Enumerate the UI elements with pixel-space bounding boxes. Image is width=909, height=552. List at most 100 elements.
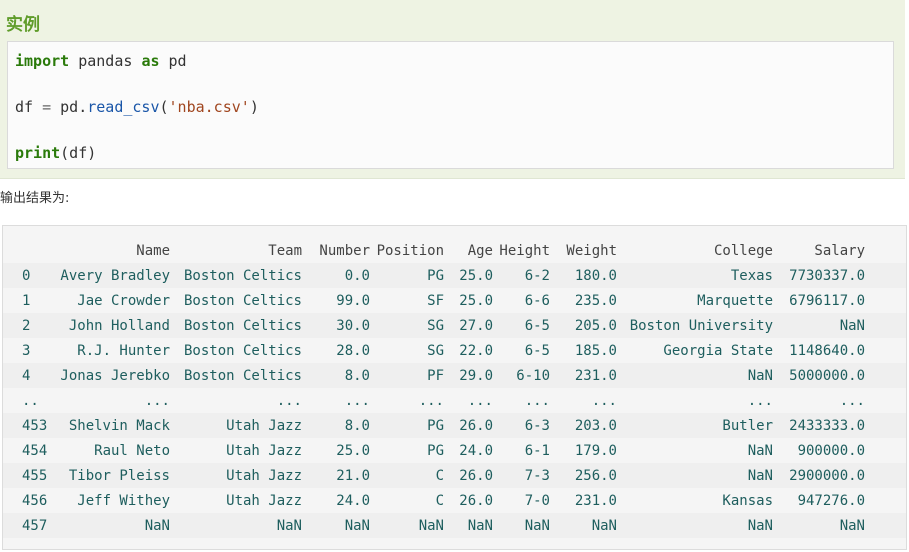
column-header: Weight xyxy=(566,243,617,259)
cell-name: Tibor Pleiss xyxy=(68,468,170,484)
code-string: 'nba.csv' xyxy=(168,98,250,116)
cell-college: Butler xyxy=(722,418,773,434)
keyword-print: print xyxy=(15,144,61,162)
cell-height: 6-10 xyxy=(516,368,550,384)
row-index: 2 xyxy=(22,318,31,334)
cell-position: PG xyxy=(427,268,444,284)
cell-team: Boston Celtics xyxy=(183,293,302,309)
row-index: 455 xyxy=(22,468,48,484)
code-text: pd xyxy=(159,52,187,70)
cell-team: Utah Jazz xyxy=(226,493,302,509)
cell-college: Kansas xyxy=(722,493,773,509)
table-header: Name Team Number Position Age Height Wei… xyxy=(3,238,906,263)
cell-college: NaN xyxy=(747,443,773,459)
cell-number: 8.0 xyxy=(344,418,370,434)
column-header: Team xyxy=(268,243,302,259)
cell-height: 6-6 xyxy=(524,293,550,309)
row-index: .. xyxy=(22,393,39,409)
cell-salary: 2900000.0 xyxy=(789,468,865,484)
cell-college: NaN xyxy=(747,368,773,384)
code-line-2: df = pd.read_csv('nba.csv') xyxy=(15,98,259,116)
cell-position: ... xyxy=(418,393,444,409)
cell-number: 25.0 xyxy=(336,443,370,459)
code-operator: = xyxy=(42,98,52,116)
cell-name: ... xyxy=(144,393,170,409)
column-header: Position xyxy=(376,243,444,259)
cell-college: Boston University xyxy=(629,318,773,334)
cell-position: PF xyxy=(427,368,444,384)
cell-position: C xyxy=(435,493,444,509)
cell-position: SG xyxy=(427,343,444,359)
table-row: 457 NaN NaN NaN NaN NaN NaN NaN NaN NaN xyxy=(3,513,906,538)
example-title: 实例 xyxy=(6,15,40,35)
column-header: Height xyxy=(499,243,550,259)
cell-weight: ... xyxy=(591,393,617,409)
cell-salary: NaN xyxy=(839,518,865,534)
code-line-3: print(df) xyxy=(15,144,96,162)
cell-name: Shelvin Mack xyxy=(68,418,170,434)
row-index: 457 xyxy=(22,518,48,534)
cell-age: 25.0 xyxy=(459,293,493,309)
code-text: df xyxy=(15,98,43,116)
cell-age: NaN xyxy=(467,518,493,534)
cell-name: Avery Bradley xyxy=(60,268,170,284)
cell-height: 7-0 xyxy=(524,493,550,509)
cell-name: Jae Crowder xyxy=(77,293,170,309)
cell-height: 6-1 xyxy=(524,443,550,459)
cell-team: Boston Celtics xyxy=(183,343,302,359)
cell-team: Utah Jazz xyxy=(226,418,302,434)
cell-height: 6-5 xyxy=(524,343,550,359)
cell-name: Jonas Jerebko xyxy=(60,368,170,384)
cell-number: 0.0 xyxy=(344,268,370,284)
cell-salary: ... xyxy=(839,393,865,409)
example-box: 实例 import pandas as pd df = pd.read_csv(… xyxy=(0,0,905,179)
cell-number: 24.0 xyxy=(336,493,370,509)
cell-college: Marquette xyxy=(697,293,773,309)
cell-weight: 179.0 xyxy=(574,443,617,459)
code-text: pandas xyxy=(69,52,142,70)
cell-weight: 231.0 xyxy=(574,368,617,384)
cell-height: ... xyxy=(524,393,550,409)
cell-age: 27.0 xyxy=(459,318,493,334)
cell-college: Texas xyxy=(730,268,773,284)
cell-height: 6-2 xyxy=(524,268,550,284)
row-index: 4 xyxy=(22,368,31,384)
cell-weight: 235.0 xyxy=(574,293,617,309)
table-row: 3 R.J. Hunter Boston Celtics 28.0 SG 22.… xyxy=(3,338,906,363)
cell-team: Boston Celtics xyxy=(183,318,302,334)
output-label: 输出结果为: xyxy=(0,191,70,206)
cell-age: 24.0 xyxy=(459,443,493,459)
cell-team: NaN xyxy=(276,518,302,534)
output-table: Name Team Number Position Age Height Wei… xyxy=(2,225,907,550)
cell-salary: 2433333.0 xyxy=(789,418,865,434)
cell-number: NaN xyxy=(344,518,370,534)
cell-age: ... xyxy=(467,393,493,409)
cell-college: Georgia State xyxy=(663,343,773,359)
cell-age: 26.0 xyxy=(459,468,493,484)
cell-number: 8.0 xyxy=(344,368,370,384)
column-header: College xyxy=(713,243,773,259)
cell-weight: 180.0 xyxy=(574,268,617,284)
cell-number: 28.0 xyxy=(336,343,370,359)
code-text: ) xyxy=(249,98,259,116)
cell-position: NaN xyxy=(418,518,444,534)
cell-age: 25.0 xyxy=(459,268,493,284)
cell-age: 26.0 xyxy=(459,493,493,509)
keyword-as: as xyxy=(141,52,160,70)
cell-salary: 900000.0 xyxy=(797,443,865,459)
table-row: 453 Shelvin Mack Utah Jazz 8.0 PG 26.0 6… xyxy=(3,413,906,438)
cell-position: SF xyxy=(427,293,444,309)
cell-salary: 1148640.0 xyxy=(789,343,865,359)
cell-weight: 231.0 xyxy=(574,493,617,509)
row-index: 454 xyxy=(22,443,48,459)
cell-weight: 185.0 xyxy=(574,343,617,359)
table-row: 1 Jae Crowder Boston Celtics 99.0 SF 25.… xyxy=(3,288,906,313)
column-header: Number xyxy=(319,243,370,259)
cell-position: PG xyxy=(427,418,444,434)
column-header: Name xyxy=(136,243,170,259)
cell-college: ... xyxy=(747,393,773,409)
cell-salary: NaN xyxy=(839,318,865,334)
column-header: Salary xyxy=(814,243,865,259)
keyword-import: import xyxy=(15,52,70,70)
cell-height: NaN xyxy=(524,518,550,534)
